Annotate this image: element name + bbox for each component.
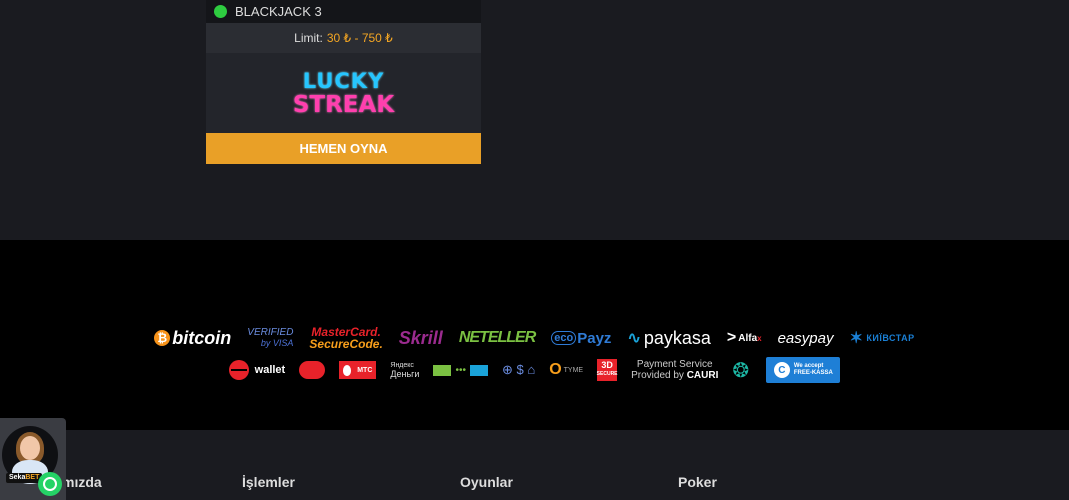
kyivstar-text: КИЇВСТАР: [866, 333, 915, 343]
footer-heading-transactions[interactable]: İşlemler: [242, 474, 295, 490]
limit-label: Limit:: [294, 31, 323, 45]
game-card: BLACKJACK 3 Limit: 30 ₺ - 750 ₺ LUCKY ST…: [206, 0, 481, 164]
bitcoin-logo: ₿ bitcoin: [154, 328, 231, 349]
alfa-logo: > Alfa x: [727, 329, 762, 347]
ecopayz-eco: eco: [551, 331, 577, 345]
yandex-line2: Деньги: [390, 369, 420, 379]
freekassa-text: We accept FREE-KASSA: [794, 363, 833, 377]
whatsapp-icon-ring: [43, 477, 57, 491]
mts-text: МТС: [357, 366, 373, 374]
red-cloud-logo: [299, 361, 326, 379]
freekassa-logo: C We accept FREE-KASSA: [766, 357, 841, 383]
paykasa-icon: ∿: [627, 330, 641, 347]
neteller-logo: NETELLER: [458, 329, 536, 346]
provider-logo-line1: LUCKY: [302, 68, 385, 93]
easypay-logo: easypay: [777, 329, 834, 347]
mts-egg-icon: [343, 364, 352, 376]
freekassa-line2: FREE-KASSA: [793, 370, 833, 376]
skrill-logo: Skrill: [398, 327, 443, 348]
brand-prefix: Seka: [9, 474, 26, 481]
card-green-icon: [433, 364, 452, 376]
cauri-line2: Provided by CAURI: [631, 370, 718, 381]
play-now-button[interactable]: HEMEN OYNA: [206, 133, 481, 164]
payment-logos-row-1: ₿ bitcoin VERIFIED by VISA MasterCard. Se…: [0, 325, 1069, 351]
provider-logo: LUCKY STREAK: [206, 53, 481, 133]
bitcoin-text: bitcoin: [172, 327, 232, 348]
alfa-text: Alfa: [738, 332, 758, 344]
avatar-face: [20, 436, 40, 460]
paykasa-logo: ∿ paykasa: [627, 328, 710, 349]
bank-transfer-logo: ⊕ $ ⌂: [501, 362, 536, 377]
bitcoin-icon: ₿: [154, 330, 171, 346]
tyme-icon: O: [549, 361, 562, 378]
mc-line2: SecureCode.: [309, 337, 383, 351]
3d-text: 3D: [601, 360, 613, 370]
arrow-right-icon: >: [726, 329, 737, 346]
cauri-shell-icon: ❂: [732, 359, 750, 382]
wallet-logo: wallet: [228, 360, 286, 380]
footer-heading-about[interactable]: mızda: [62, 474, 102, 490]
verified-by-visa-logo: VERIFIED by VISA: [247, 327, 294, 349]
ecopayz-payz: Payz: [577, 329, 612, 347]
brand-suffix: BET: [25, 474, 40, 481]
star-icon: ✶: [849, 330, 864, 347]
game-title: BLACKJACK 3: [235, 4, 322, 19]
mastercard-securecode-logo: MasterCard. SecureCode.: [309, 326, 382, 350]
wallet-icon: [228, 360, 249, 380]
3d-secure-logo: 3D SECURE: [596, 359, 618, 381]
freekassa-icon: C: [773, 362, 790, 378]
brand-badge: SekaBET: [6, 473, 43, 483]
footer: mızda İşlemler Oyunlar Poker: [0, 430, 1069, 500]
cauri-brand: CAURI: [686, 370, 719, 381]
provider-logo-line2: STREAK: [292, 91, 395, 118]
mts-logo: МТС: [339, 361, 377, 379]
alfa-x-icon: x: [757, 333, 762, 343]
online-status-icon: [214, 5, 227, 18]
tyme-text: TYME: [563, 366, 584, 374]
tyme-logo: O TYME: [549, 361, 583, 379]
whatsapp-icon[interactable]: [38, 472, 62, 496]
payment-methods-section: ₿ bitcoin VERIFIED by VISA MasterCard. Se…: [0, 240, 1069, 430]
limit-value: 30 ₺ - 750 ₺: [326, 31, 393, 45]
cards-logo: •••: [433, 364, 488, 376]
freekassa-line1: We accept: [793, 363, 824, 369]
game-title-bar: BLACKJACK 3: [206, 0, 481, 23]
visa-line1: VERIFIED: [247, 327, 294, 338]
live-support-widget[interactable]: SekaBET: [0, 418, 66, 500]
cauri-prefix: Provided by: [631, 370, 684, 381]
yandex-money-logo: Яндекс Деньги: [390, 362, 420, 379]
bet-limit: Limit: 30 ₺ - 750 ₺: [206, 23, 481, 53]
payment-logos-row-2: wallet МТС Яндекс Деньги ••• ⊕ $ ⌂ O TYME…: [0, 357, 1069, 383]
visa-line2: by VISA: [260, 338, 294, 348]
footer-heading-games[interactable]: Oyunlar: [460, 474, 513, 490]
ecopayz-logo: eco Payz: [551, 330, 611, 347]
3d-sub: SECURE: [596, 371, 618, 377]
paykasa-text: paykasa: [643, 327, 711, 348]
footer-heading-poker[interactable]: Poker: [678, 474, 717, 490]
kyivstar-logo: ✶ КИЇВСТАР: [849, 328, 914, 348]
cauri-logo: Payment Service Provided by CAURI: [631, 359, 718, 381]
card-blue-icon: [469, 364, 488, 376]
cauri-line1: Payment Service: [636, 359, 713, 370]
wallet-text: wallet: [254, 364, 286, 376]
